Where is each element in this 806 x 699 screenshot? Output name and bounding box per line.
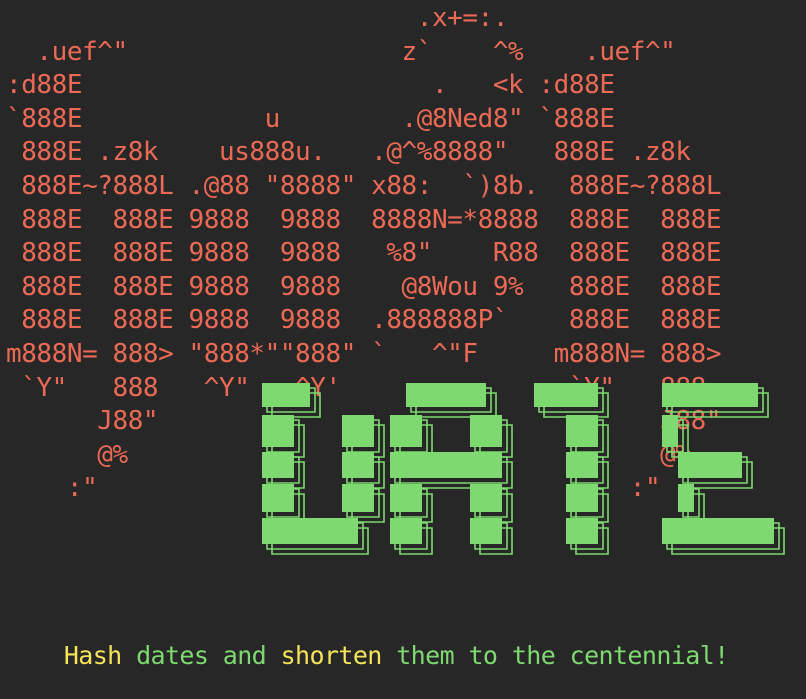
- logo-block: [470, 484, 502, 512]
- logo-blocks: [262, 383, 774, 544]
- logo-block: [566, 484, 598, 512]
- logo-block: [470, 518, 502, 544]
- terminal-window: .x+=:. .uef^" z` ^% .uef^" :d88E . <k :d…: [0, 0, 806, 670]
- logo-block: [342, 484, 374, 512]
- logo-block: [470, 415, 502, 447]
- logo-block: [566, 452, 598, 478]
- logo-block: [662, 383, 758, 407]
- logo-block: [262, 415, 294, 447]
- logo-block: [534, 383, 598, 407]
- logo-letter-e: [662, 383, 774, 544]
- logo-block: [262, 484, 294, 512]
- logo-block: [342, 415, 374, 447]
- logo-block: [678, 484, 694, 512]
- logo-block: [406, 383, 486, 407]
- logo-block: [390, 452, 502, 478]
- logo-block: [390, 415, 422, 447]
- logo-block: [566, 415, 598, 447]
- logo-letter-d: [262, 383, 374, 544]
- logo-block: [662, 518, 774, 544]
- tagline: Hash dates and shorten them to the cente…: [6, 612, 729, 699]
- logo-block: [662, 415, 678, 447]
- logo-letter-a: [390, 383, 502, 544]
- logo-block: [678, 452, 742, 478]
- logo-block: [566, 518, 598, 544]
- date-block-logo: [262, 383, 785, 555]
- logo-block: [390, 484, 422, 512]
- logo-block: [342, 452, 374, 478]
- logo-block: [262, 452, 294, 478]
- logo-block: [262, 518, 358, 544]
- logo-block: [262, 383, 310, 407]
- logo-block: [390, 518, 422, 544]
